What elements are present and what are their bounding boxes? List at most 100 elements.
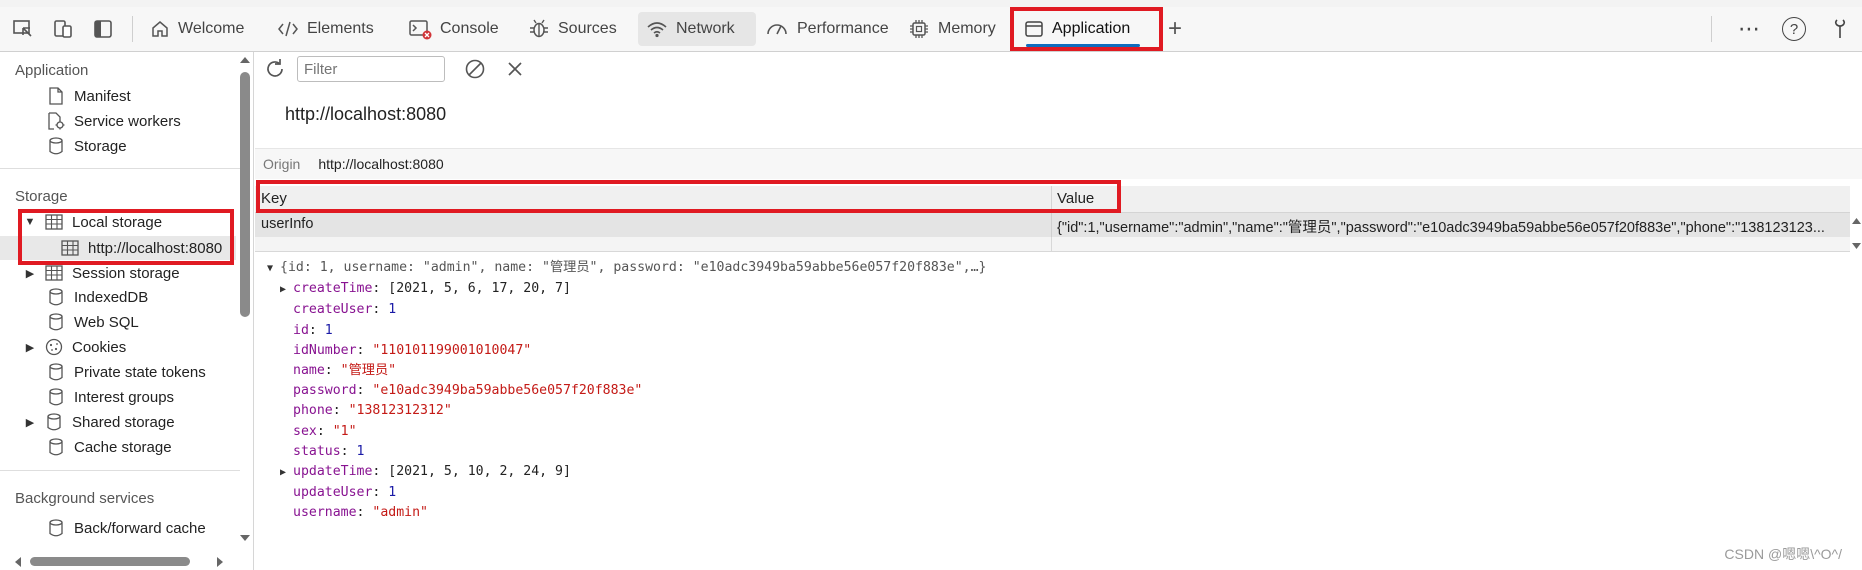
database-icon: [46, 312, 66, 332]
sidebar-item-manifest[interactable]: Manifest: [46, 86, 131, 106]
origin-info-row: Origin http://localhost:8080: [255, 148, 1862, 179]
help-icon[interactable]: ?: [1782, 17, 1806, 41]
tab-label: Elements: [307, 20, 374, 37]
property-row[interactable]: id: 1: [267, 321, 986, 341]
inspect-element-icon[interactable]: [8, 14, 38, 44]
sidebar-item-indexeddb[interactable]: IndexedDB: [46, 287, 148, 307]
sidebar-item-service-workers[interactable]: Service workers: [46, 111, 181, 131]
wifi-icon: [647, 22, 667, 38]
property-row[interactable]: ▶ createTime: [2021, 5, 6, 17, 20, 7]: [267, 279, 986, 300]
tab-application[interactable]: Application: [1016, 7, 1150, 51]
expanded-triangle-icon[interactable]: ▼: [24, 216, 36, 228]
sidebar-item-storage[interactable]: Storage: [46, 136, 127, 156]
grid-table-icon: [60, 238, 80, 258]
database-icon: [46, 387, 66, 407]
customize-devtools-icon[interactable]: [1828, 17, 1852, 41]
collapsed-triangle-icon[interactable]: ▶: [280, 463, 293, 483]
table-header: Key Value: [255, 186, 1850, 213]
row-key[interactable]: userInfo: [261, 216, 313, 232]
property-key: sex: [293, 423, 317, 439]
local-storage-panel: http://localhost:8080 Origin http://loca…: [255, 52, 1862, 570]
sidebar-item-cache-storage[interactable]: Cache storage: [46, 437, 172, 457]
property-row[interactable]: password: "e10adc3949ba59abbe56e057f20f8…: [267, 381, 986, 401]
column-header-value[interactable]: Value: [1057, 190, 1094, 207]
property-row[interactable]: createUser: 1: [267, 300, 986, 320]
sidebar-item-local-origin[interactable]: http://localhost:8080: [0, 236, 236, 260]
tab-elements[interactable]: Elements: [269, 7, 382, 51]
tab-performance[interactable]: Performance: [757, 7, 897, 51]
sidebar-item-label: Local storage: [72, 213, 163, 231]
sidebar-hscroll-thumb[interactable]: [30, 557, 190, 566]
row-value[interactable]: {"id":1,"username":"admin","name":"管理员",…: [1057, 216, 1847, 237]
gauge-icon: [767, 24, 787, 35]
scroll-right-arrow-icon[interactable]: [214, 555, 226, 569]
tab-network[interactable]: Network: [638, 12, 756, 46]
sidebar-item-local-storage[interactable]: ▼ Local storage: [24, 212, 163, 232]
property-key: createUser: [293, 302, 373, 318]
more-options-icon[interactable]: ⋯: [1738, 16, 1760, 42]
dock-panel-icon[interactable]: [88, 14, 118, 44]
tab-console[interactable]: Console: [400, 7, 507, 51]
property-colon: :: [356, 342, 373, 358]
tab-memory[interactable]: Memory: [900, 7, 1004, 51]
property-row[interactable]: username: "admin": [267, 503, 986, 523]
property-colon: :: [372, 302, 389, 318]
sidebar-item-private-state-tokens[interactable]: Private state tokens: [46, 362, 206, 382]
add-tab-button[interactable]: +: [1160, 7, 1190, 51]
collapsed-triangle-icon[interactable]: ▶: [24, 341, 36, 354]
tab-label: Sources: [558, 20, 617, 37]
property-row[interactable]: sex: "1": [267, 422, 986, 442]
toolbar-divider: [132, 16, 133, 42]
delete-selected-icon[interactable]: [503, 57, 527, 81]
scroll-down-arrow-icon[interactable]: [1851, 241, 1862, 251]
table-row[interactable]: userInfo {"id":1,"username":"admin","nam…: [255, 213, 1850, 237]
expanded-triangle-icon[interactable]: ▼: [267, 259, 280, 279]
scroll-up-arrow-icon[interactable]: [238, 54, 252, 66]
sidebar-item-interest-groups[interactable]: Interest groups: [46, 387, 174, 407]
sidebar-vertical-scrollbar[interactable]: [238, 52, 252, 544]
sidebar-scroll-thumb[interactable]: [240, 72, 250, 317]
tab-sources[interactable]: Sources: [520, 7, 625, 51]
sidebar-item-back-forward-cache[interactable]: Back/forward cache: [46, 518, 206, 538]
scroll-down-arrow-icon[interactable]: [238, 532, 252, 544]
sidebar-item-label: Private state tokens: [74, 363, 206, 381]
collapsed-triangle-icon[interactable]: ▶: [24, 416, 36, 429]
sidebar-item-label: Storage: [74, 137, 127, 155]
devtools-toolbar: Welcome Elements Console Sources Network…: [0, 7, 1862, 52]
section-header-storage: Storage: [15, 188, 68, 205]
sidebar-item-shared-storage[interactable]: ▶ Shared storage: [24, 412, 175, 432]
sidebar-item-websql[interactable]: Web SQL: [46, 312, 139, 332]
database-icon: [46, 362, 66, 382]
object-summary[interactable]: ▼ {id: 1, username: "admin", name: "管理员",…: [267, 258, 986, 279]
property-value: 1: [388, 485, 397, 501]
object-properties: ▶ createTime: [2021, 5, 6, 17, 20, 7] crea…: [267, 279, 986, 523]
sidebar-horizontal-scrollbar[interactable]: [0, 552, 238, 570]
property-value: "1": [332, 423, 357, 439]
scroll-left-arrow-icon[interactable]: [12, 555, 24, 569]
home-icon: [152, 21, 168, 37]
clear-all-icon[interactable]: [463, 57, 487, 81]
collapsed-triangle-icon[interactable]: ▶: [280, 280, 293, 300]
column-header-key[interactable]: Key: [261, 190, 287, 207]
property-row[interactable]: updateUser: 1: [267, 483, 986, 503]
property-value: "管理员": [340, 363, 397, 379]
property-row[interactable]: status: 1: [267, 442, 986, 462]
grid-table-icon: [44, 212, 64, 232]
table-vertical-scrollbar[interactable]: [1851, 186, 1862, 252]
device-emulation-icon[interactable]: [48, 14, 78, 44]
sidebar-item-cookies[interactable]: ▶ Cookies: [24, 337, 126, 357]
property-key: createTime: [293, 281, 373, 297]
scroll-up-arrow-icon[interactable]: [1851, 216, 1862, 226]
property-row[interactable]: phone: "13812312312": [267, 401, 986, 421]
tab-welcome[interactable]: Welcome: [142, 7, 252, 51]
column-divider[interactable]: [1051, 186, 1052, 212]
tab-label: Memory: [938, 20, 996, 37]
sidebar-item-session-storage[interactable]: ▶ Session storage: [24, 263, 180, 283]
property-row[interactable]: idNumber: "110101199001010047": [267, 341, 986, 361]
filter-input[interactable]: [297, 56, 445, 82]
storage-toolbar: [255, 52, 1862, 86]
collapsed-triangle-icon[interactable]: ▶: [24, 267, 36, 280]
property-row[interactable]: name: "管理员": [267, 361, 986, 381]
property-row[interactable]: ▶ updateTime: [2021, 5, 10, 2, 24, 9]: [267, 462, 986, 483]
refresh-icon[interactable]: [263, 57, 287, 81]
